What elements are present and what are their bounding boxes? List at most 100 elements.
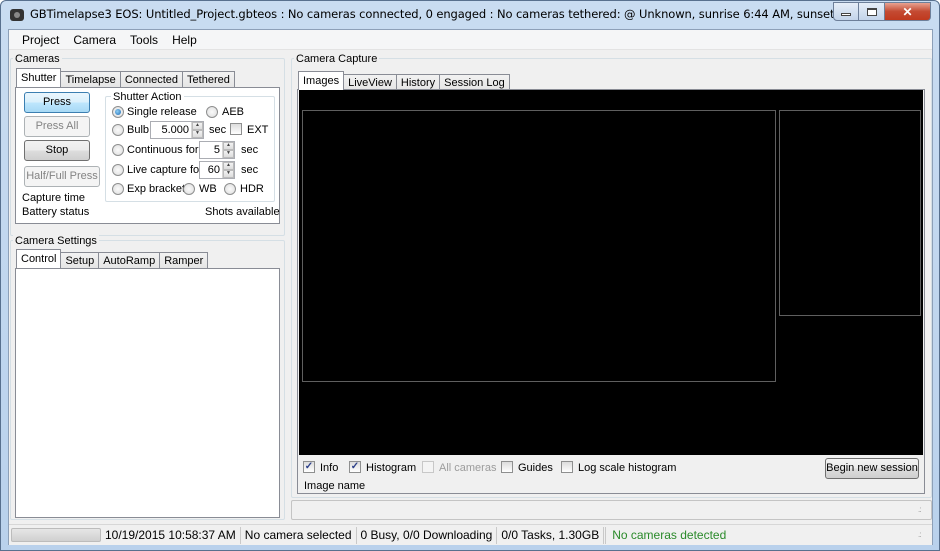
hdr-radio[interactable] (224, 183, 236, 195)
live-capture-unit: sec (241, 164, 259, 176)
continuous-radio[interactable] (112, 144, 124, 156)
status-tasks: 0/0 Tasks, 1.30GB (497, 526, 607, 544)
tab-autoramp[interactable]: AutoRamp (98, 252, 161, 268)
image-name-label: Image name (304, 480, 366, 492)
camera-capture-label: Camera Capture (294, 53, 380, 65)
tab-shutter[interactable]: Shutter (16, 68, 62, 87)
spin-up-icon[interactable]: ▲ (192, 122, 203, 130)
spin-up-icon[interactable]: ▲ (223, 162, 234, 170)
histogram-frame[interactable] (779, 110, 921, 316)
all-cameras-checkbox[interactable] (422, 461, 434, 473)
tab-ramper[interactable]: Ramper (159, 252, 209, 268)
continuous-unit: sec (241, 144, 259, 156)
battery-status-label: Battery status (22, 206, 90, 218)
menu-bar: Project Camera Tools Help (9, 30, 932, 50)
tab-history[interactable]: History (395, 74, 441, 90)
info-label: Info (320, 462, 339, 474)
cameras-tabs: Shutter Timelapse Connected Tethered (16, 68, 235, 87)
tab-tethered[interactable]: Tethered (182, 71, 235, 87)
control-tab-page (15, 268, 280, 518)
menu-camera[interactable]: Camera (66, 30, 123, 49)
spin-up-icon[interactable]: ▲ (223, 142, 234, 150)
begin-new-session-button[interactable]: Begin new session (825, 458, 919, 479)
tab-control[interactable]: Control (16, 249, 62, 268)
close-button[interactable]: ✕ (885, 2, 931, 21)
camera-icon[interactable] (10, 9, 24, 21)
live-capture-radio[interactable] (112, 164, 124, 176)
app-window: GBTimelapse3 EOS: Untitled_Project.gbteo… (0, 0, 940, 551)
bulb-seconds-value: 5.000 (161, 124, 189, 136)
spin-down-icon[interactable]: ▼ (223, 170, 234, 178)
single-release-label: Single release (127, 106, 197, 118)
log-scale-histogram-label: Log scale histogram (578, 462, 677, 474)
continuous-spinner[interactable]: ▲ ▼ (222, 142, 234, 158)
tab-liveview[interactable]: LiveView (343, 74, 397, 90)
wb-radio[interactable] (183, 183, 195, 195)
bulb-label: Bulb (127, 124, 150, 136)
minimize-icon (841, 12, 851, 16)
all-cameras-label: All cameras (439, 462, 497, 474)
log-scale-histogram-checkbox[interactable] (561, 461, 573, 473)
resize-grip-icon[interactable]: .: (918, 506, 928, 518)
check-icon: ✓ (350, 461, 360, 472)
continuous-seconds-value: 5 (213, 144, 220, 156)
status-camera: No camera selected (241, 526, 357, 544)
live-capture-seconds-input[interactable]: 60 ▲ ▼ (199, 161, 235, 179)
tab-session-log[interactable]: Session Log (439, 74, 510, 90)
info-checkbox[interactable]: ✓ (303, 461, 315, 473)
tab-connected[interactable]: Connected (119, 71, 184, 87)
press-button[interactable]: Press (24, 92, 90, 113)
status-busy: 0 Busy, 0/0 Downloading (357, 526, 498, 544)
aeb-label: AEB (222, 106, 245, 118)
exp-bracket-radio[interactable] (112, 183, 124, 195)
check-icon: ✓ (304, 461, 314, 472)
single-release-radio[interactable] (112, 106, 124, 118)
live-capture-seconds-value: 60 (207, 164, 220, 176)
continuous-seconds-input[interactable]: 5 ▲ ▼ (199, 141, 235, 159)
status-datetime: 10/19/2015 10:58:37 AM (101, 526, 241, 544)
main-image-frame[interactable] (302, 110, 776, 382)
bulb-radio[interactable] (112, 124, 124, 136)
ext-checkbox[interactable] (230, 123, 242, 135)
guides-label: Guides (518, 462, 553, 474)
stop-button[interactable]: Stop (24, 140, 90, 161)
maximize-icon (866, 7, 877, 16)
capture-time-label: Capture time (22, 192, 85, 204)
live-capture-spinner[interactable]: ▲ ▼ (222, 162, 234, 178)
spin-down-icon[interactable]: ▼ (192, 130, 203, 138)
status-bar: 10/19/2015 10:58:37 AM No camera selecte… (9, 524, 932, 545)
hdr-label: HDR (240, 183, 264, 195)
press-all-button[interactable]: Press All (24, 116, 90, 137)
minimize-button[interactable] (833, 2, 859, 21)
status-detected: No cameras detected (612, 528, 727, 542)
camera-settings-tabs: Control Setup AutoRamp Ramper (16, 249, 209, 268)
histogram-checkbox[interactable]: ✓ (349, 461, 361, 473)
maximize-button[interactable] (859, 2, 885, 21)
tab-timelapse[interactable]: Timelapse (60, 71, 121, 87)
menu-project[interactable]: Project (15, 30, 66, 49)
live-capture-label: Live capture for (127, 164, 203, 176)
client-area: Project Camera Tools Help Cameras Shutte… (8, 29, 933, 545)
bulb-spinner[interactable]: ▲ ▼ (191, 122, 203, 138)
spin-down-icon[interactable]: ▼ (223, 150, 234, 158)
bulb-unit: sec (209, 124, 227, 136)
guides-checkbox[interactable] (501, 461, 513, 473)
continuous-label: Continuous for (127, 144, 199, 156)
menu-help[interactable]: Help (165, 30, 204, 49)
bulb-seconds-input[interactable]: 5.000 ▲ ▼ (150, 121, 204, 139)
close-icon: ✕ (902, 4, 913, 19)
aeb-radio[interactable] (206, 106, 218, 118)
tab-setup[interactable]: Setup (60, 252, 100, 268)
half-full-press-button[interactable]: Half/Full Press (24, 166, 100, 187)
log-strip (291, 500, 932, 520)
caption-buttons: ✕ (833, 2, 931, 21)
cameras-group-label: Cameras (13, 53, 62, 65)
shutter-action-label: Shutter Action (111, 91, 184, 103)
camera-capture-tabs: Images LiveView History Session Log (298, 71, 510, 90)
title-bar[interactable]: GBTimelapse3 EOS: Untitled_Project.gbteo… (1, 1, 939, 29)
tab-images[interactable]: Images (298, 71, 345, 90)
camera-settings-label: Camera Settings (13, 235, 99, 247)
resize-grip-icon[interactable]: .: (918, 531, 928, 543)
shots-available-label: Shots available (205, 206, 280, 218)
menu-tools[interactable]: Tools (123, 30, 165, 49)
